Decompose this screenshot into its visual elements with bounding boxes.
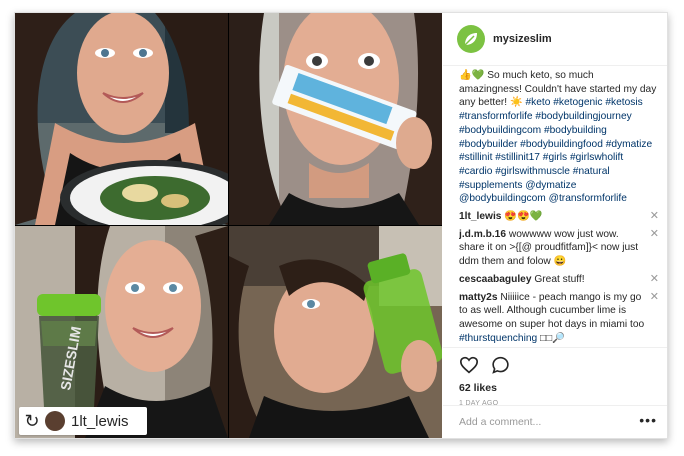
close-icon[interactable]: ✕: [650, 291, 659, 305]
tagged-user-label[interactable]: ↻ 1lt_lewis: [19, 407, 147, 435]
comment-icon[interactable]: [491, 356, 510, 374]
comments-list: 👍💚 So much keto, so much amazingness! Co…: [459, 69, 659, 344]
comment-text: 😍😍💚: [504, 211, 543, 223]
post-username[interactable]: mysizeslim: [493, 33, 552, 45]
tagged-username: 1lt_lewis: [71, 412, 129, 430]
comment-emoji: □□🔎: [540, 332, 566, 344]
comment-hashtag[interactable]: #thurstquenching: [459, 333, 537, 344]
likes-count[interactable]: 62 likes: [459, 382, 497, 394]
post-media-collage[interactable]: SIZESLIM ↻ 1lt_lewis: [15, 13, 442, 438]
more-icon[interactable]: •••: [639, 412, 657, 428]
action-icons: [459, 356, 510, 374]
post-actions: 62 likes 1 DAY AGO: [443, 347, 667, 407]
post-header: mysizeslim: [443, 13, 667, 66]
photo-selfie-with-plate: [15, 13, 228, 225]
leaf-icon: [464, 33, 477, 46]
close-icon[interactable]: ✕: [650, 210, 659, 224]
caption-hashtags[interactable]: #keto #ketogenic #ketosis #transformforl…: [459, 97, 652, 204]
comment-item: j.d.m.b.16 wowwww wow just wow. share it…: [459, 228, 659, 269]
tagged-user-avatar: [45, 411, 65, 431]
photo-drinking-shaker: [229, 226, 442, 438]
comment-input[interactable]: Add a comment...: [459, 416, 541, 428]
instagram-post-card: SIZESLIM ↻ 1lt_lewis mysizeslim 👍💚 So mu…: [14, 12, 668, 439]
comment-username[interactable]: 1lt_lewis: [459, 211, 501, 222]
comment-text: Great stuff!: [534, 273, 585, 285]
add-comment-bar: Add a comment... •••: [443, 405, 667, 439]
repost-icon: ↻: [24, 410, 40, 431]
comment-username[interactable]: cescaabaguley: [459, 274, 532, 285]
comment-username[interactable]: matty2s: [459, 292, 498, 303]
close-icon[interactable]: ✕: [650, 273, 659, 287]
comment-item: cescaabaguley Great stuff! ✕: [459, 273, 659, 287]
post-caption: 👍💚 So much keto, so much amazingness! Co…: [459, 69, 659, 206]
heart-icon[interactable]: [459, 356, 479, 374]
comment-username[interactable]: j.d.m.b.16: [459, 229, 506, 240]
close-icon[interactable]: ✕: [650, 228, 659, 242]
comment-item: 1lt_lewis 😍😍💚 ✕: [459, 210, 659, 224]
photo-recovery-packet: [229, 13, 442, 225]
brand-avatar[interactable]: [457, 25, 485, 53]
post-sidebar: mysizeslim 👍💚 So much keto, so much amaz…: [443, 13, 667, 438]
comment-item: matty2s Niiiiice - peach mango is my go …: [459, 291, 659, 344]
